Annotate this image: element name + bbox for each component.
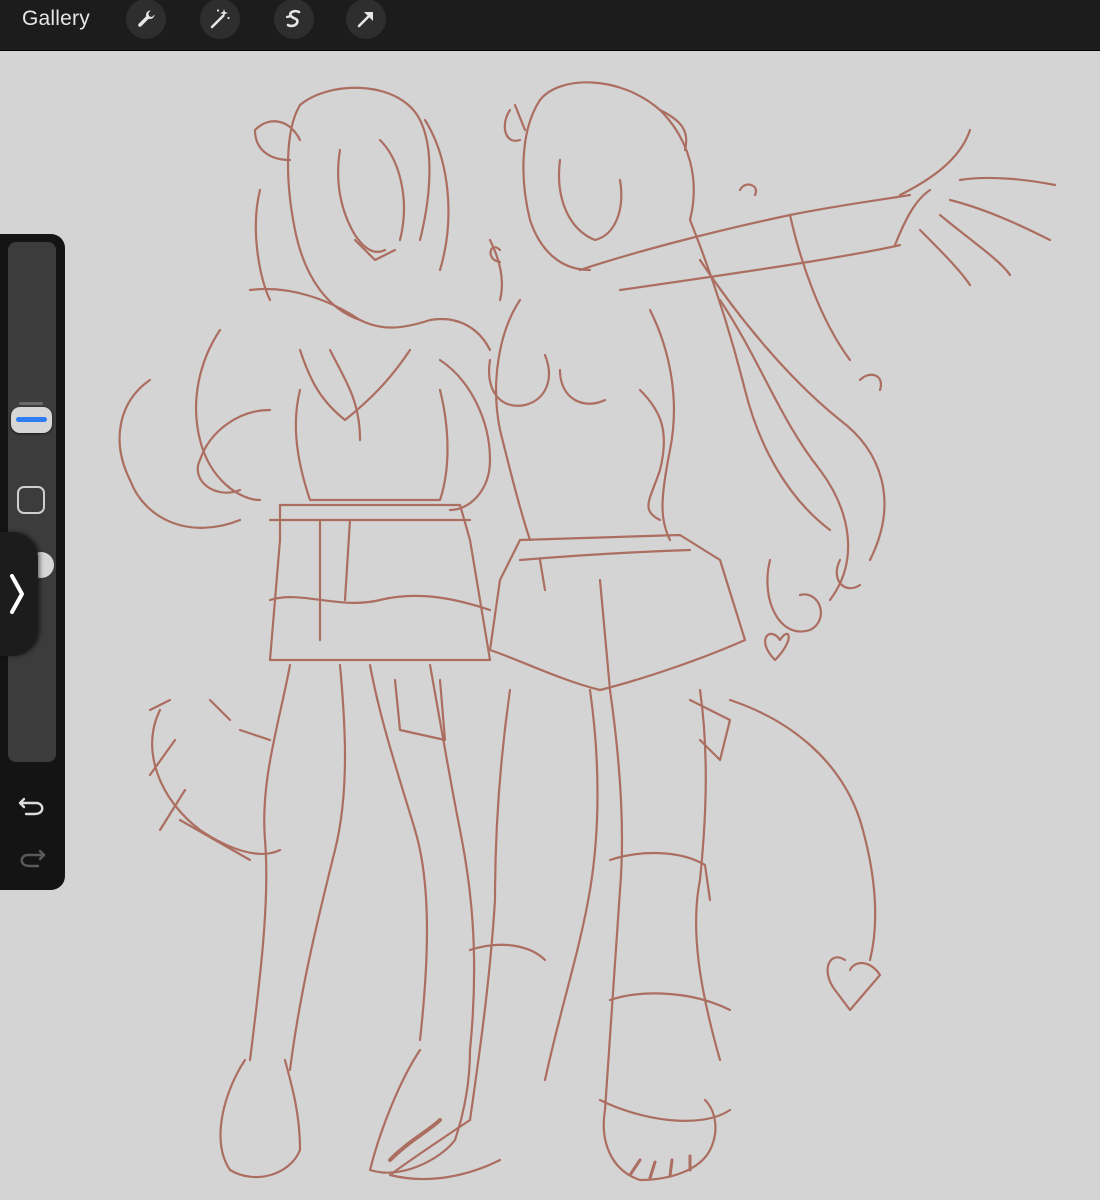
left-sidebar [0, 234, 65, 890]
selection-button[interactable] [274, 0, 314, 39]
undo-button[interactable] [14, 790, 50, 820]
selection-s-icon [285, 9, 301, 28]
transform-button[interactable] [346, 0, 386, 39]
slider-grip [19, 402, 43, 405]
transform-arrow-icon [357, 12, 373, 28]
brush-size-indicator [16, 417, 47, 422]
sidebar-collapse-tab[interactable] [0, 532, 38, 656]
wrench-icon [138, 10, 155, 27]
top-toolbar: Gallery [0, 0, 1100, 51]
chevron-right-icon [10, 574, 24, 614]
undo-icon [18, 797, 44, 816]
drawing-canvas[interactable] [0, 51, 1100, 1200]
character-sketch [118, 81, 1057, 1182]
redo-button[interactable] [14, 844, 50, 874]
adjustments-button[interactable] [200, 0, 240, 39]
redo-icon [20, 849, 46, 868]
gallery-button[interactable]: Gallery [22, 6, 90, 32]
actions-button[interactable] [126, 0, 166, 39]
modify-button[interactable] [17, 486, 45, 514]
magic-wand-icon [210, 9, 230, 29]
brush-size-handle[interactable] [11, 407, 52, 433]
